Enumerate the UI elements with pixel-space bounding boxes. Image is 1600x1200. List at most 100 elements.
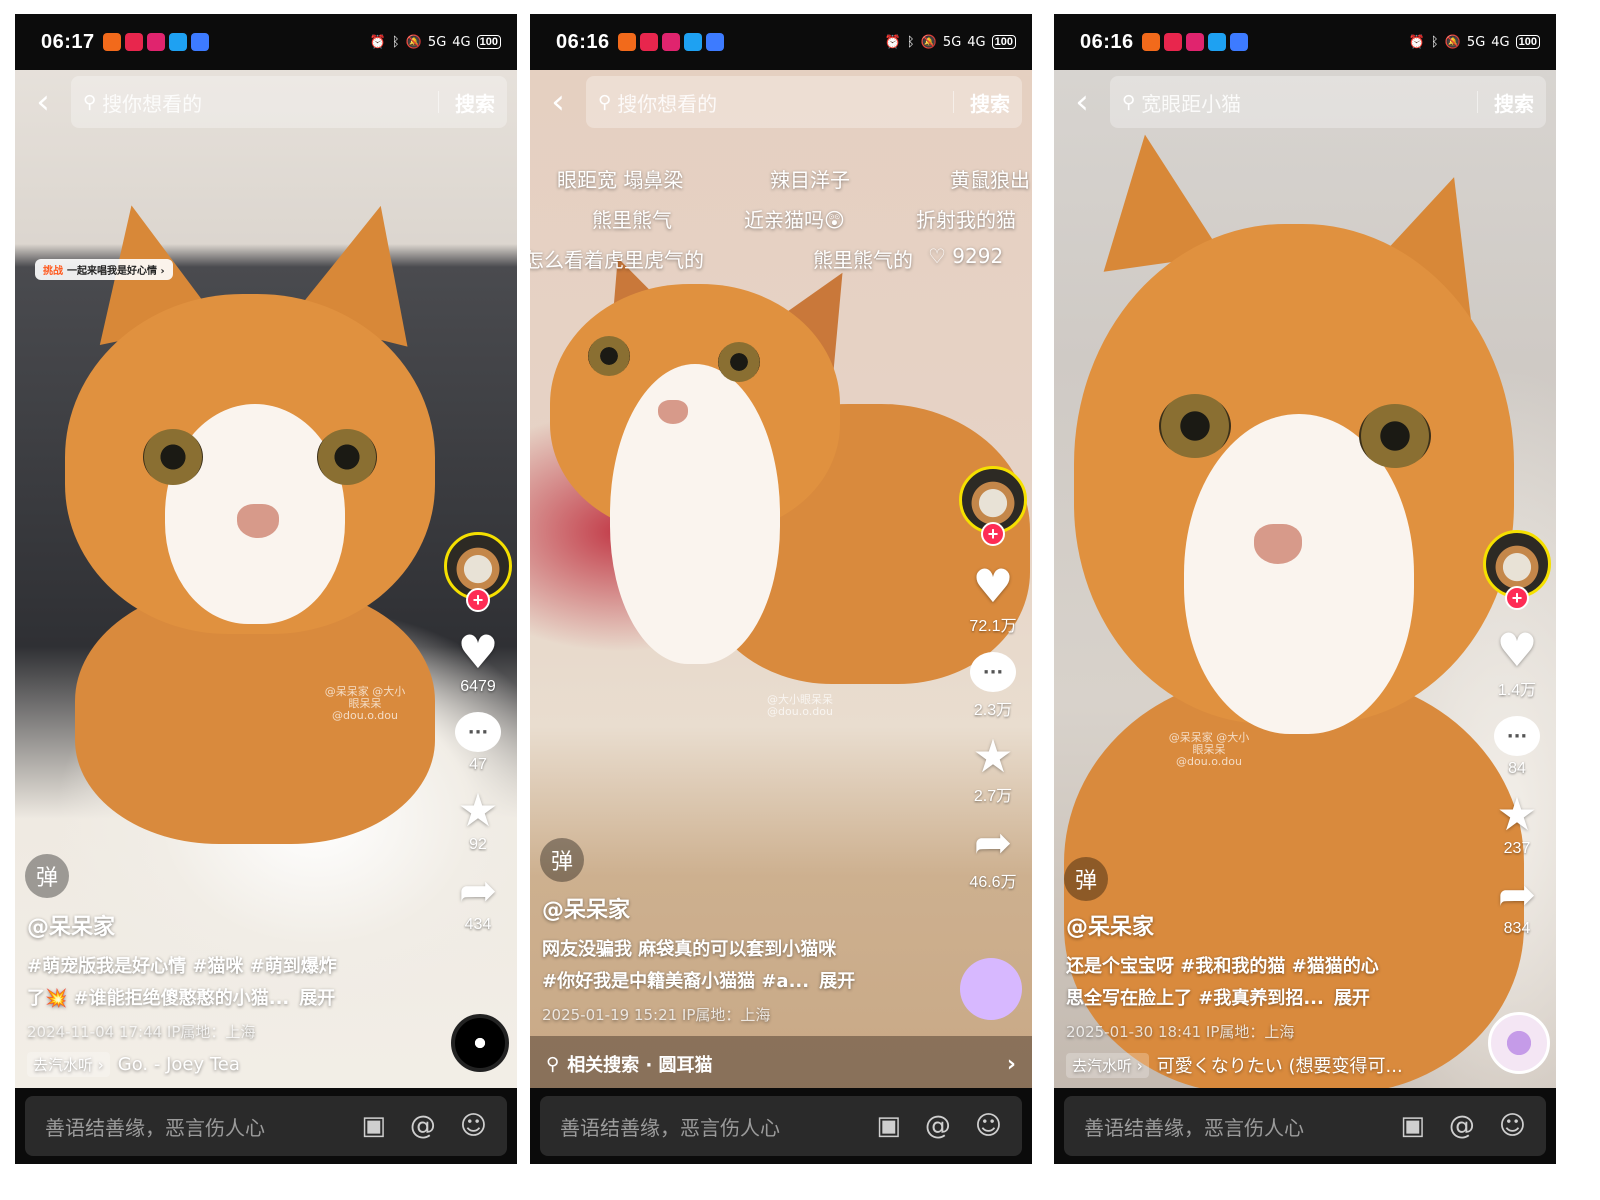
at-icon[interactable]: @ bbox=[1449, 1111, 1475, 1141]
video-description: #萌宠版我是好心情 #猫咪 #萌到爆炸 了💥 #谁能拒绝傻憨憨的小猫... 展开 bbox=[27, 951, 425, 1015]
search-bar[interactable]: ⚲ 搜你想看的 搜索 bbox=[586, 76, 1022, 128]
share-button[interactable]: ➦ 834 bbox=[1498, 868, 1537, 938]
music-disc-icon[interactable] bbox=[451, 1014, 509, 1072]
author-name[interactable]: @呆呆家 bbox=[1066, 909, 1464, 941]
app-icon bbox=[124, 33, 143, 51]
comment-count: 2.3万 bbox=[973, 702, 1013, 719]
video-screen-1[interactable]: 挑战 一起来唱我是好心情 › @呆呆家 @大小眼呆呆 @dou.o.dou 06:… bbox=[15, 14, 517, 1164]
back-button[interactable]: ‹ bbox=[1054, 74, 1110, 130]
music-disc-icon[interactable] bbox=[960, 958, 1022, 1020]
expand-button[interactable]: 展开 bbox=[1334, 988, 1370, 1009]
three-phone-screenshots: 挑战 一起来唱我是好心情 › @呆呆家 @大小眼呆呆 @dou.o.dou 06:… bbox=[0, 0, 1600, 1200]
author-avatar[interactable]: + bbox=[959, 466, 1027, 546]
video-screen-3[interactable]: @呆呆家 @大小眼呆呆 @dou.o.dou 06:16 ⏰ ᛒ 🔕 5G 4G… bbox=[1054, 14, 1556, 1164]
listen-tag[interactable]: 去汽水听 › bbox=[27, 1052, 110, 1077]
search-header: ‹ ⚲ 搜你想看的 搜索 bbox=[530, 74, 1032, 130]
favorite-button[interactable]: ★ 92 bbox=[457, 784, 498, 854]
music-disc-icon[interactable] bbox=[1488, 1012, 1550, 1074]
author-avatar[interactable]: + bbox=[1483, 530, 1551, 610]
barrage-comment[interactable]: 眼距宽 塌鼻梁 bbox=[557, 164, 683, 193]
search-bar[interactable]: ⚲ 搜你想看的 搜索 bbox=[71, 76, 507, 128]
image-icon[interactable]: ▣ bbox=[361, 1111, 386, 1141]
barrage-comment[interactable]: 辣目洋子 bbox=[770, 164, 850, 193]
comment-input[interactable]: 善语结善缘，恶言伤人心 ▣ @ ☺ bbox=[25, 1096, 507, 1156]
search-icon: ⚲ bbox=[83, 91, 97, 113]
search-bar[interactable]: ⚲ 宽眼距小猫 搜索 bbox=[1110, 76, 1546, 128]
image-icon[interactable]: ▣ bbox=[1400, 1111, 1425, 1141]
barrage-likes[interactable]: ♡ 9292 bbox=[928, 244, 1003, 268]
search-button[interactable]: 搜索 bbox=[455, 88, 495, 117]
expand-button[interactable]: 展开 bbox=[299, 988, 335, 1009]
favorite-button[interactable]: ★ 237 bbox=[1496, 788, 1537, 858]
music-title: 可愛くなりたい (想要变得可... bbox=[1156, 1056, 1403, 1077]
like-button[interactable]: ♥ 72.1万 bbox=[969, 560, 1016, 636]
status-time: 06:16 bbox=[1080, 30, 1134, 53]
comment-button[interactable]: ··· 47 bbox=[455, 706, 501, 774]
author-name[interactable]: @呆呆家 bbox=[27, 909, 425, 941]
favorite-count: 237 bbox=[1503, 840, 1531, 857]
like-count: 1.4万 bbox=[1497, 682, 1537, 699]
search-header: ‹ ⚲ 搜你想看的 搜索 bbox=[15, 74, 517, 130]
author-avatar[interactable]: + bbox=[444, 532, 512, 612]
status-bar: 06:16 ⏰ ᛒ 🔕 5G 4G 100 bbox=[1054, 14, 1556, 70]
share-button[interactable]: ➦ 434 bbox=[459, 864, 498, 934]
bluetooth-icon: ᛒ bbox=[391, 34, 400, 50]
mute-icon: 🔕 bbox=[405, 34, 422, 50]
emoji-icon[interactable]: ☺ bbox=[460, 1111, 487, 1141]
back-button[interactable]: ‹ bbox=[530, 74, 586, 130]
search-input[interactable]: 搜你想看的 bbox=[102, 88, 438, 117]
comment-bar: 善语结善缘，恶言伤人心 ▣ @ ☺ bbox=[530, 1088, 1032, 1164]
image-icon[interactable]: ▣ bbox=[876, 1111, 901, 1141]
app-icon bbox=[1207, 33, 1226, 51]
search-input[interactable]: 宽眼距小猫 bbox=[1141, 88, 1477, 117]
danmu-toggle[interactable]: 弹 bbox=[1064, 857, 1108, 901]
video-description: 还是个宝宝呀 #我和我的猫 #猫猫的心 思全写在脸上了 #我真养到招... 展开 bbox=[1066, 951, 1464, 1015]
related-search-bar[interactable]: ⚲ 相关搜索 · 圆耳猫 › bbox=[530, 1036, 1032, 1092]
follow-button[interactable]: + bbox=[1505, 586, 1529, 610]
follow-button[interactable]: + bbox=[466, 588, 490, 612]
comment-count: 47 bbox=[469, 756, 487, 773]
comment-button[interactable]: ··· 84 bbox=[1494, 710, 1540, 778]
watermark: @呆呆家 @大小眼呆呆 @dou.o.dou bbox=[324, 685, 406, 722]
danmu-toggle[interactable]: 弹 bbox=[25, 854, 69, 898]
author-name[interactable]: @呆呆家 bbox=[542, 892, 940, 924]
app-icon bbox=[705, 33, 724, 51]
at-icon[interactable]: @ bbox=[925, 1111, 951, 1141]
signal-icon: 5G bbox=[1466, 34, 1486, 50]
status-bar: 06:17 ⏰ ᛒ 🔕 5G 4G 100 bbox=[15, 14, 517, 70]
comment-input[interactable]: 善语结善缘，恶言伤人心 ▣ @ ☺ bbox=[1064, 1096, 1546, 1156]
barrage-comment[interactable]: 折射我的猫 bbox=[916, 204, 1016, 233]
listen-tag[interactable]: 去汽水听 › bbox=[1066, 1052, 1149, 1078]
search-button[interactable]: 搜索 bbox=[970, 88, 1010, 117]
comment-button[interactable]: ··· 2.3万 bbox=[970, 646, 1016, 720]
comment-input[interactable]: 善语结善缘，恶言伤人心 ▣ @ ☺ bbox=[540, 1096, 1022, 1156]
expand-button[interactable]: 展开 bbox=[819, 971, 855, 992]
battery-icon: 100 bbox=[476, 35, 501, 49]
barrage-comment[interactable]: 黄鼠狼出 bbox=[950, 164, 1030, 193]
music-row[interactable]: 去汽水听 › 可愛くなりたい (想要变得可... bbox=[1066, 1052, 1464, 1078]
follow-button[interactable]: + bbox=[981, 522, 1005, 546]
emoji-icon[interactable]: ☺ bbox=[1499, 1111, 1526, 1141]
emoji-icon[interactable]: ☺ bbox=[975, 1111, 1002, 1141]
video-screen-2[interactable]: @大小眼呆呆 @dou.o.dou 06:16 ⏰ ᛒ 🔕 5G 4G 100 … bbox=[530, 14, 1032, 1164]
search-input[interactable]: 搜你想看的 bbox=[617, 88, 953, 117]
like-button[interactable]: ♥ 1.4万 bbox=[1496, 624, 1537, 700]
music-row[interactable]: 去汽水听 › Go. - Joey Tea bbox=[27, 1052, 425, 1077]
danmu-toggle[interactable]: 弹 bbox=[540, 838, 584, 882]
back-button[interactable]: ‹ bbox=[15, 74, 71, 130]
app-icon bbox=[190, 33, 209, 51]
challenge-tag[interactable]: 挑战 一起来唱我是好心情 › bbox=[35, 259, 173, 280]
status-time: 06:16 bbox=[556, 30, 610, 53]
barrage-comment[interactable]: 怎么看着虎里虎气的 bbox=[530, 244, 704, 273]
divider bbox=[1477, 91, 1478, 113]
signal-icon: 4G bbox=[967, 34, 986, 50]
share-button[interactable]: ➦ 46.6万 bbox=[969, 816, 1016, 892]
barrage-comment[interactable]: 近亲猫吗😲 bbox=[744, 204, 845, 233]
search-button[interactable]: 搜索 bbox=[1494, 88, 1534, 117]
barrage-comment[interactable]: 熊里熊气 bbox=[592, 204, 672, 233]
favorite-button[interactable]: ★ 2.7万 bbox=[972, 730, 1013, 806]
like-button[interactable]: ♥ 6479 bbox=[457, 626, 498, 696]
at-icon[interactable]: @ bbox=[410, 1111, 436, 1141]
barrage-comment[interactable]: 熊里熊气的 bbox=[813, 244, 913, 273]
bluetooth-icon: ᛒ bbox=[906, 34, 915, 50]
